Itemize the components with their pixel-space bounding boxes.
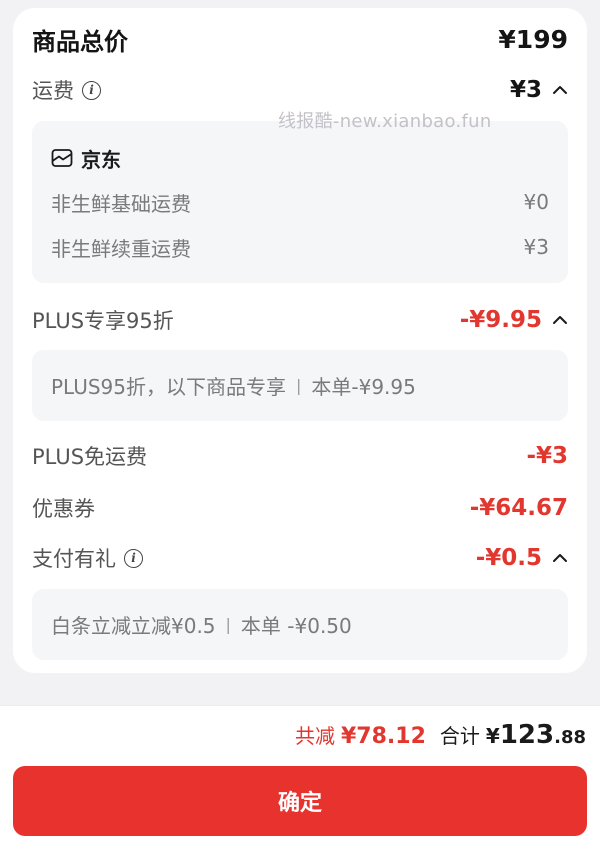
info-icon[interactable]: i [124, 548, 143, 568]
payment-gift-label: 支付有礼 [32, 547, 116, 571]
chevron-up-icon[interactable] [552, 312, 568, 328]
payment-gift-amount: -¥0.5 [475, 545, 542, 571]
shipping-line-base: 非生鲜基础运费 ¥0 [51, 187, 549, 217]
shipping-line-value: ¥3 [523, 235, 549, 259]
shipping-label: 运费 [32, 79, 74, 103]
shipping-line-value: ¥0 [523, 190, 549, 214]
shop-name: 京东 [81, 147, 121, 172]
total-reduction-label: 共减 [295, 724, 335, 748]
order-summary: 共减 ¥78.12 合计 ¥ 123 .88 [295, 720, 586, 750]
plus-discount-detail-left: PLUS95折，以下商品专享 [51, 375, 286, 399]
plus-discount-detail: PLUS95折，以下商品专享 | 本单-¥9.95 [51, 370, 549, 401]
shipping-amount-group[interactable]: ¥3 [510, 77, 568, 103]
grand-total-currency: ¥ [485, 724, 500, 748]
divider: | [225, 615, 231, 634]
coupon-amount: -¥64.67 [469, 495, 568, 521]
divider: | [296, 376, 302, 395]
shop-header: 京东 [51, 143, 549, 173]
plus-discount-label: PLUS专享95折 [32, 309, 174, 333]
payment-gift-detail-box: 白条立减立减¥0.5 | 本单 -¥0.50 [32, 589, 568, 660]
shipping-line-label: 非生鲜基础运费 [51, 191, 191, 216]
plus-discount-detail-box: PLUS95折，以下商品专享 | 本单-¥9.95 [32, 350, 568, 421]
payment-gift-detail-right: 本单 -¥0.50 [240, 614, 352, 638]
total-reduction-value: ¥78.12 [341, 724, 426, 749]
info-icon[interactable]: i [82, 80, 101, 100]
plus-discount-amount-group[interactable]: -¥9.95 [460, 307, 568, 333]
shipping-line-label: 非生鲜续重运费 [51, 236, 191, 261]
total-price-row: 商品总价 ¥199 [32, 22, 568, 56]
plus-discount-row[interactable]: PLUS专享95折 -¥9.95 [32, 304, 568, 336]
plus-free-shipping-label: PLUS免运费 [32, 445, 148, 469]
plus-discount-amount: -¥9.95 [459, 307, 542, 333]
payment-gift-detail-left: 白条立减立减¥0.5 [51, 614, 216, 638]
shipping-label-group: 运费 i [32, 75, 101, 105]
checkout-bar: 共减 ¥78.12 合计 ¥ 123 .88 确定 [0, 705, 600, 860]
coupon-label: 优惠券 [32, 497, 95, 521]
grand-total-integer: 123 [499, 720, 555, 750]
shipping-detail-box: 京东 非生鲜基础运费 ¥0 非生鲜续重运费 ¥3 [32, 121, 568, 283]
shipping-row[interactable]: 运费 i ¥3 [32, 74, 568, 106]
shop-name-group: 京东 [51, 144, 121, 173]
plus-free-shipping-amount: -¥3 [526, 443, 568, 469]
payment-gift-detail: 白条立减立减¥0.5 | 本单 -¥0.50 [51, 609, 549, 640]
watermark-text: 线报酷-new.xianbao.fun [278, 111, 492, 132]
store-icon [51, 149, 73, 167]
shipping-line-extra: 非生鲜续重运费 ¥3 [51, 232, 549, 262]
coupon-row[interactable]: 优惠券 -¥64.67 [32, 492, 568, 524]
total-price-value: ¥199 [498, 24, 568, 54]
payment-gift-label-group: 支付有礼 i [32, 543, 143, 573]
total-price-title: 商品总价 [32, 27, 128, 56]
chevron-up-icon[interactable] [552, 82, 568, 98]
shipping-amount: ¥3 [509, 77, 542, 103]
grand-total-label: 合计 [439, 724, 480, 748]
payment-gift-row[interactable]: 支付有礼 i -¥0.5 [32, 542, 568, 574]
plus-discount-detail-right: 本单-¥9.95 [311, 375, 416, 399]
confirm-button[interactable]: 确定 [13, 766, 587, 836]
payment-gift-amount-group[interactable]: -¥0.5 [476, 545, 568, 571]
plus-free-shipping-row: PLUS免运费 -¥3 [32, 440, 568, 472]
grand-total-decimal: .88 [554, 727, 586, 748]
chevron-up-icon[interactable] [552, 550, 568, 566]
